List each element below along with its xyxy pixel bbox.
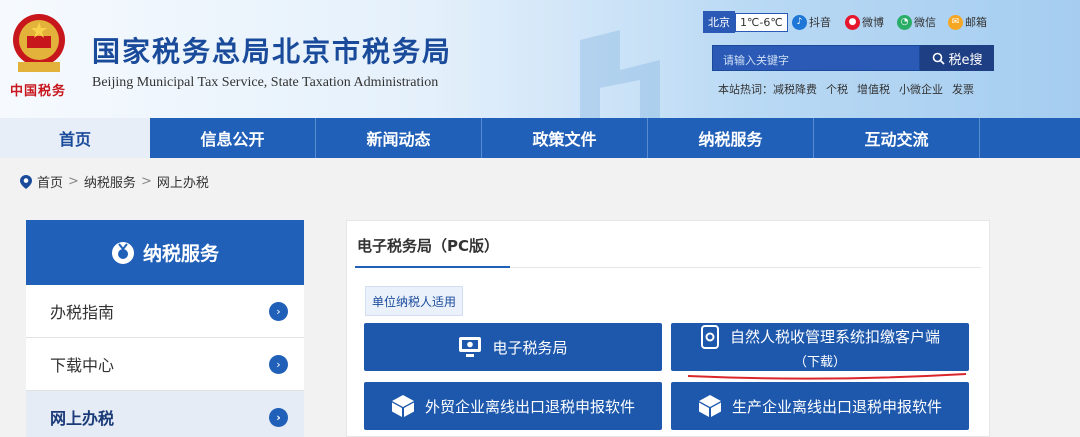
download-label: （下载） (793, 354, 846, 370)
cube-icon (698, 395, 721, 417)
location-pin-icon (20, 174, 32, 189)
chevron-right-icon: › (269, 354, 288, 374)
tiktok-icon: ♪ (792, 14, 807, 30)
sidebar-item-download[interactable]: 下载中心 › (26, 338, 304, 391)
nav-item-policy[interactable]: 政策文件 (482, 118, 648, 158)
sidebar-header: 纳税服务 (26, 220, 304, 285)
hot-keyword[interactable]: 增值税 (857, 81, 890, 97)
nav-item-news[interactable]: 新闻动态 (316, 118, 482, 158)
sidebar-item-online-tax[interactable]: 网上办税 › (26, 391, 304, 437)
search-button[interactable]: 税e搜 (920, 45, 994, 71)
site-header: 中国税务 国家税务总局北京市税务局 Beijing Municipal Tax … (0, 0, 1080, 118)
etax-bureau-button[interactable]: 电子税务局 (364, 323, 662, 371)
nav-item-interaction[interactable]: 互动交流 (814, 118, 980, 158)
breadcrumb-separator: > (68, 174, 79, 189)
weibo-icon: ● (845, 14, 860, 30)
foreign-trade-refund-button[interactable]: 外贸企业离线出口退税申报软件 (364, 382, 662, 430)
chevron-right-icon: › (269, 407, 288, 427)
breadcrumb-item[interactable]: 纳税服务 (84, 172, 136, 191)
nav-item-disclosure[interactable]: 信息公开 (150, 118, 316, 158)
monitor-icon (459, 337, 482, 357)
search-input[interactable]: 请输入关键字 (712, 45, 920, 71)
hot-keyword[interactable]: 小微企业 (899, 81, 943, 97)
panel-title[interactable]: 电子税务局（PC版） (357, 235, 499, 256)
weather-temp: 1℃-6℃ (735, 12, 788, 32)
weather-city: 北京 (703, 11, 735, 33)
active-tab-underline (355, 266, 510, 268)
breadcrumb-item[interactable]: 首页 (37, 172, 63, 191)
hot-keyword[interactable]: 减税降费 (773, 81, 817, 97)
hot-keywords: 本站热词： 减税降费 个税 增值税 小微企业 发票 (718, 81, 974, 97)
national-emblem-icon (13, 14, 65, 72)
hot-keyword[interactable]: 个税 (826, 81, 848, 97)
main-nav: 首页 信息公开 新闻动态 政策文件 纳税服务 互动交流 (0, 118, 1080, 158)
taxpayer-type-tag: 单位纳税人适用 (365, 286, 464, 316)
production-refund-button[interactable]: 生产企业离线出口退税申报软件 (671, 382, 969, 430)
social-wechat[interactable]: ◔ 微信 (897, 12, 936, 32)
hot-keyword[interactable]: 发票 (952, 81, 974, 97)
social-weibo[interactable]: ● 微博 (845, 12, 884, 32)
search-icon (932, 52, 945, 65)
natural-person-client-button[interactable]: 自然人税收管理系统扣缴客户端 （下载） (671, 323, 969, 371)
medal-icon (111, 241, 134, 264)
emblem-caption: 中国税务 (10, 84, 67, 99)
breadcrumb: 首页 > 纳税服务 > 网上办税 (20, 172, 209, 191)
wechat-icon: ◔ (897, 14, 912, 30)
nav-item-home[interactable]: 首页 (0, 118, 150, 158)
phone-gear-icon (700, 324, 719, 349)
hot-keywords-label: 本站热词： (718, 83, 773, 96)
sidebar-title: 纳税服务 (142, 243, 219, 265)
chevron-right-icon: › (269, 301, 288, 321)
red-underline-annotation (687, 373, 967, 380)
building-silhouette-icon (580, 30, 660, 118)
nav-item-tax-service[interactable]: 纳税服务 (648, 118, 814, 158)
breadcrumb-item[interactable]: 网上办税 (157, 172, 209, 191)
site-title[interactable]: 国家税务总局北京市税务局 (92, 30, 452, 70)
cube-icon (391, 395, 414, 417)
breadcrumb-separator: > (140, 174, 152, 189)
social-mail[interactable]: ✉ 邮箱 (948, 12, 987, 32)
sidebar-item-guide[interactable]: 办税指南 › (26, 285, 304, 338)
mail-icon: ✉ (948, 14, 963, 30)
weather-widget: 北京 1℃-6℃ (703, 11, 788, 33)
site-subtitle: Beijing Municipal Tax Service, State Tax… (92, 75, 439, 90)
sidebar: 纳税服务 办税指南 › 下载中心 › 网上办税 › (26, 220, 304, 437)
social-tiktok[interactable]: ♪ 抖音 (792, 12, 831, 32)
